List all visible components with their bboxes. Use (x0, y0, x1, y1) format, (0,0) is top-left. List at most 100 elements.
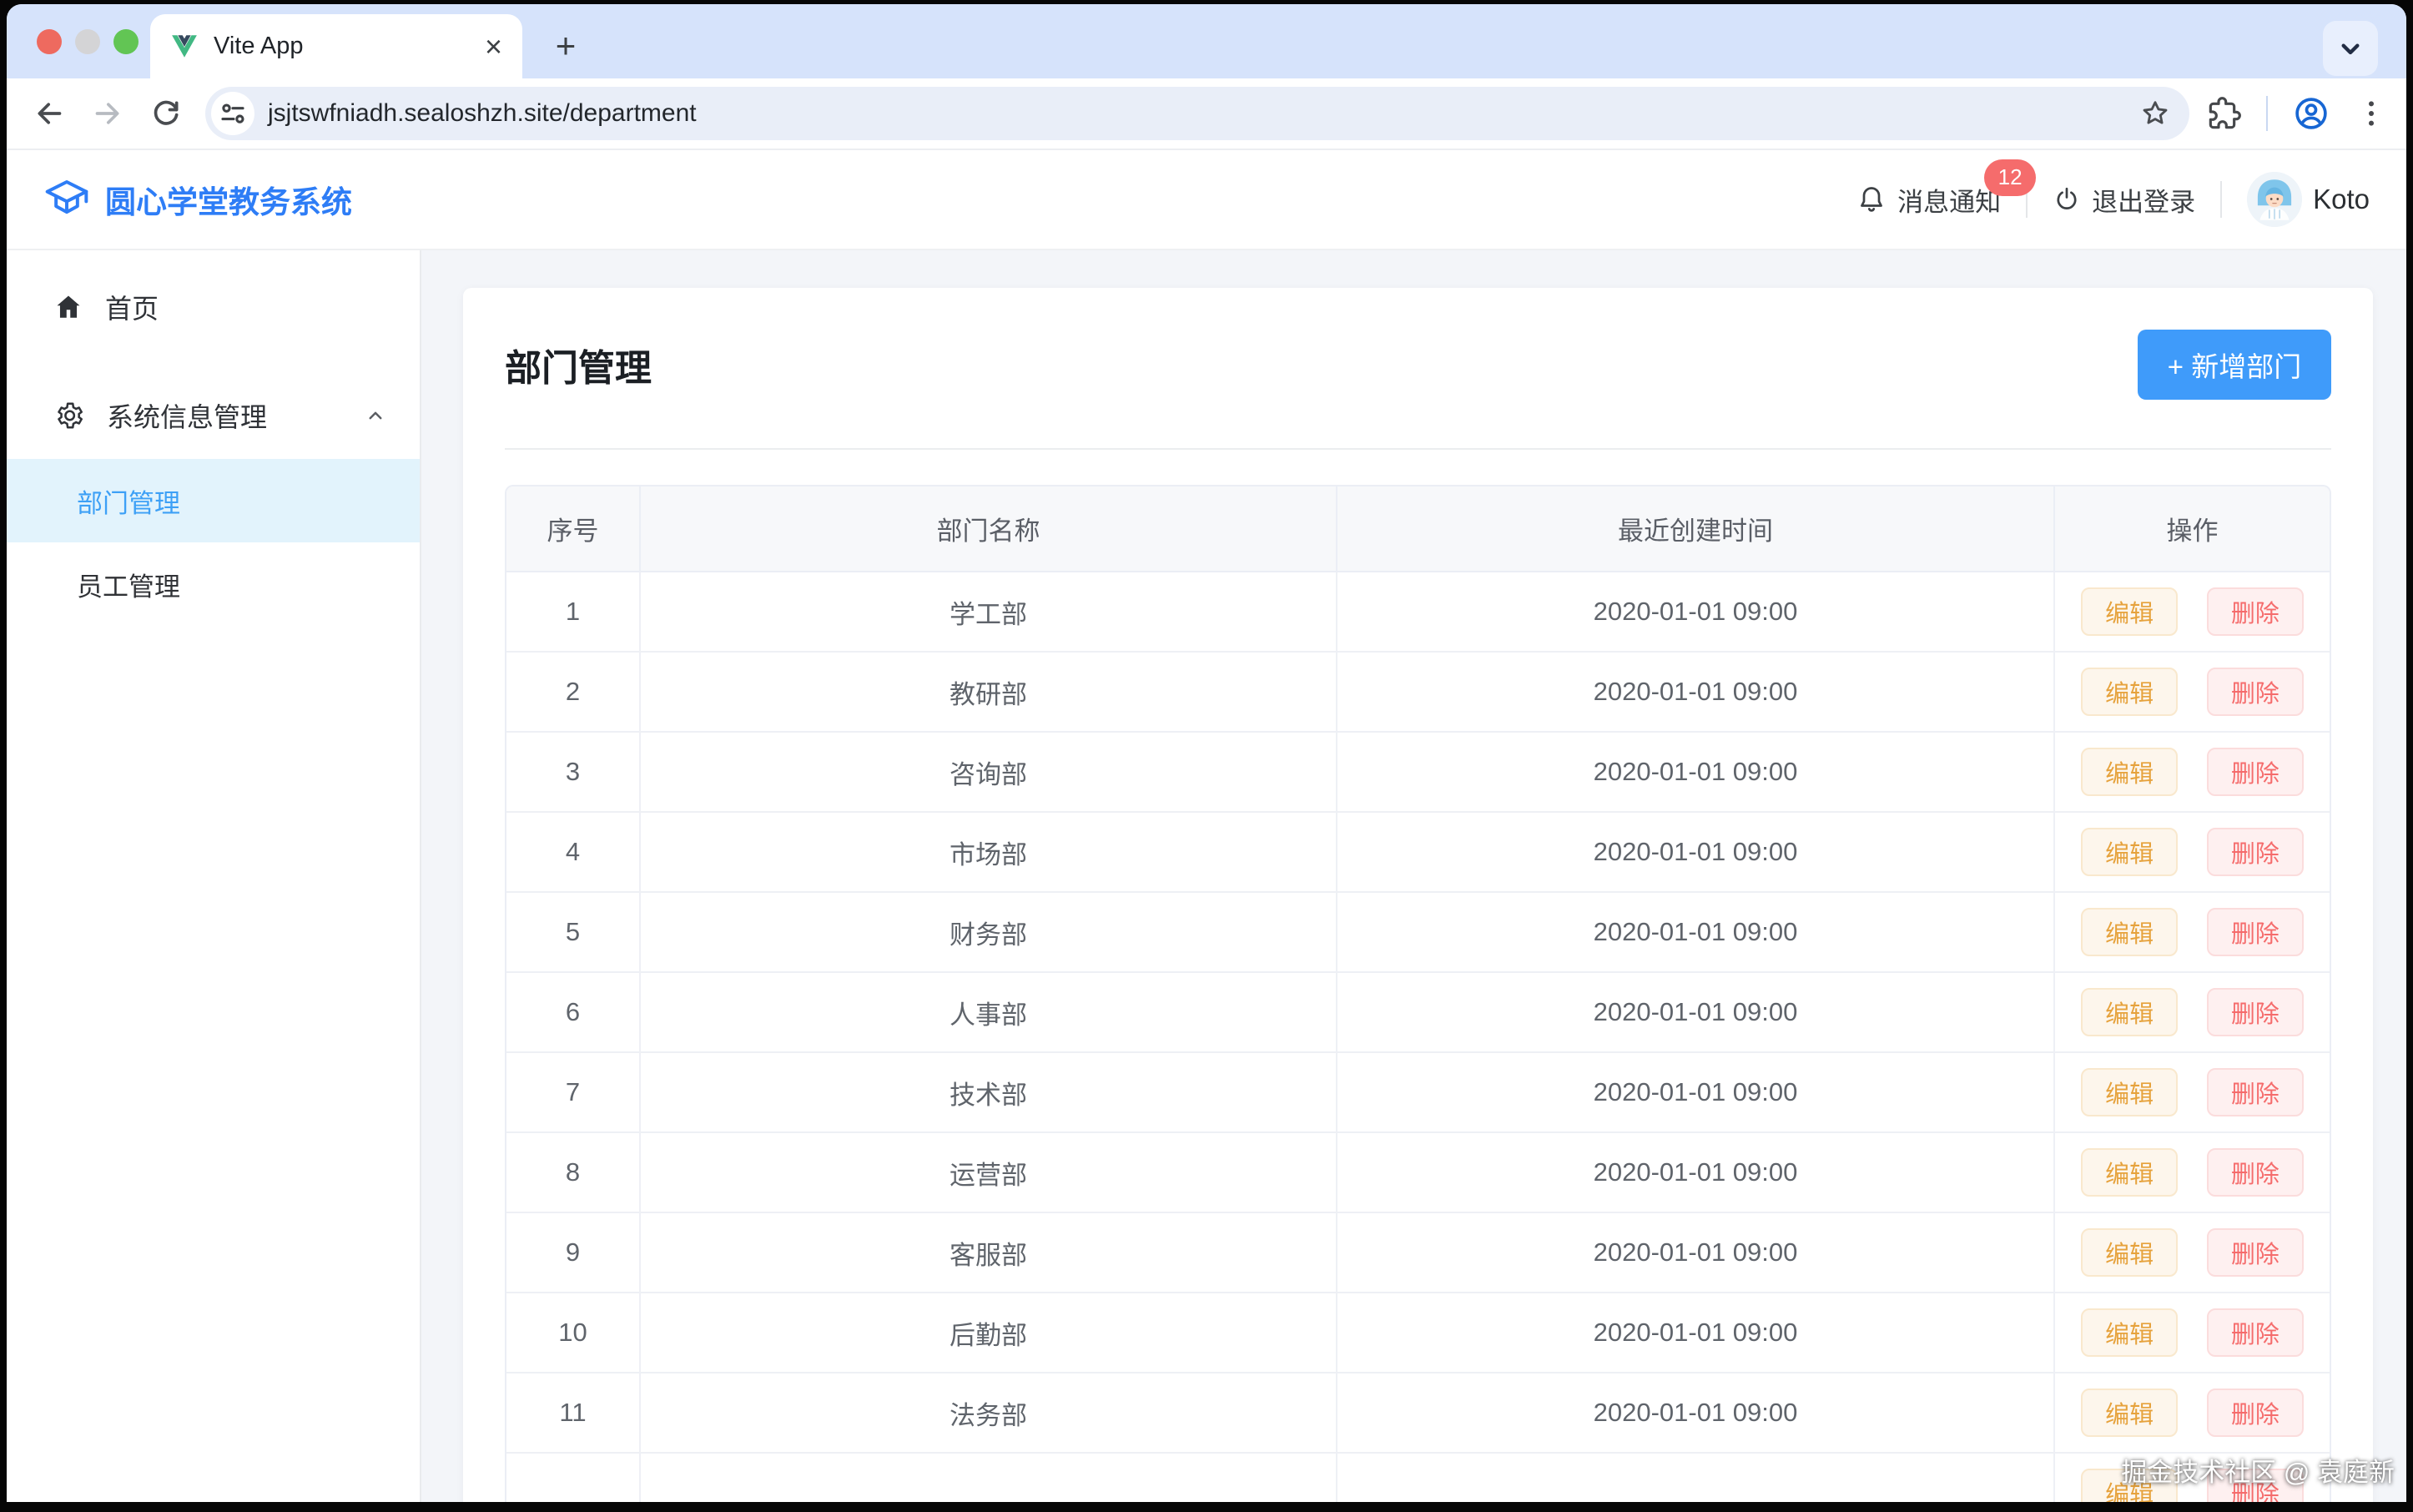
sidebar-item-label: 员工管理 (77, 566, 180, 603)
delete-button[interactable]: 删除 (2207, 908, 2304, 956)
notifications-label: 消息通知 (1897, 181, 2001, 219)
edit-button[interactable]: 编辑 (2081, 668, 2178, 716)
delete-button[interactable]: 删除 (2207, 988, 2304, 1036)
cell-name: 人事部 (640, 972, 1337, 1052)
edit-button[interactable]: 编辑 (2081, 988, 2178, 1036)
browser-tab[interactable]: Vite App × (150, 14, 522, 78)
add-department-button[interactable]: + 新增部门 (2138, 330, 2331, 400)
delete-button[interactable]: 删除 (2207, 748, 2304, 796)
close-window-button[interactable] (37, 29, 62, 54)
cell-time (1337, 1453, 2054, 1502)
cell-name: 咨询部 (640, 732, 1337, 812)
zoom-window-button[interactable] (113, 29, 139, 54)
edit-button[interactable]: 编辑 (2081, 1148, 2178, 1197)
edit-button[interactable]: 编辑 (2081, 587, 2178, 636)
cell-actions: 编辑 删除 (2054, 1052, 2330, 1132)
app-brand: 圆心学堂教务系统 (43, 176, 352, 223)
username-label: Koto (2313, 184, 2370, 215)
edit-button[interactable]: 编辑 (2081, 748, 2178, 796)
forward-button[interactable] (83, 89, 132, 138)
sidebar-item-staff[interactable]: 员工管理 (7, 542, 420, 626)
cell-no: 5 (506, 892, 640, 972)
cell-time: 2020-01-01 09:00 (1337, 1212, 2054, 1293)
card-header: 部门管理 + 新增部门 (505, 288, 2331, 400)
notifications-button[interactable]: 消息通知 12 (1856, 181, 2001, 219)
cell-time: 2020-01-01 09:00 (1337, 1052, 2054, 1132)
delete-button[interactable]: 删除 (2207, 587, 2304, 636)
cell-time: 2020-01-01 09:00 (1337, 572, 2054, 652)
cell-actions: 编辑 删除 (2054, 812, 2330, 892)
sidebar-group-label: 系统信息管理 (107, 396, 341, 435)
delete-button[interactable]: 删除 (2207, 1308, 2304, 1357)
edit-button[interactable]: 编辑 (2081, 1228, 2178, 1277)
reload-button[interactable] (142, 89, 190, 138)
table-row: 8 运营部 2020-01-01 09:00 编辑 删除 (506, 1132, 2330, 1212)
delete-button[interactable]: 删除 (2207, 1228, 2304, 1277)
tab-close-icon[interactable]: × (485, 32, 502, 62)
edit-button[interactable]: 编辑 (2081, 828, 2178, 876)
delete-button[interactable]: 删除 (2207, 1148, 2304, 1197)
sidebar-group-system[interactable]: 系统信息管理 (7, 372, 420, 459)
gear-icon (53, 400, 85, 431)
toolbar-right (2208, 95, 2388, 132)
sidebar-item-label: 首页 (105, 288, 159, 326)
profile-icon (2293, 95, 2330, 132)
cell-no: 11 (506, 1373, 640, 1453)
avatar-girl-icon (2247, 172, 2302, 227)
bookmark-star-button[interactable] (2139, 98, 2171, 129)
browser-menu-button[interactable] (2355, 97, 2388, 130)
back-button[interactable] (25, 89, 73, 138)
cell-time: 2020-01-01 09:00 (1337, 972, 2054, 1052)
sidebar-item-departments[interactable]: 部门管理 (7, 459, 420, 542)
address-bar[interactable]: jsjtswfniadh.sealoshzh.site/department (205, 87, 2189, 140)
table-header-row: 序号 部门名称 最近创建时间 操作 (506, 486, 2330, 572)
vue-favicon-icon (170, 33, 199, 61)
logout-button[interactable]: 退出登录 (2053, 181, 2195, 219)
department-table: 序号 部门名称 最近创建时间 操作 1 学工部 2020-01-01 09:00… (505, 485, 2331, 1502)
table-row: 7 技术部 2020-01-01 09:00 编辑 删除 (506, 1052, 2330, 1132)
logout-label: 退出登录 (2092, 181, 2195, 219)
traffic-lights (37, 29, 139, 54)
forward-arrow-icon (91, 97, 124, 130)
header-controls: 消息通知 12 退出登录 (1856, 172, 2370, 227)
delete-button[interactable]: 删除 (2207, 1389, 2304, 1437)
tab-strip: Vite App × + (7, 4, 2406, 78)
profile-button[interactable] (2293, 95, 2330, 132)
table-row: 1 学工部 2020-01-01 09:00 编辑 删除 (506, 572, 2330, 652)
cell-name: 技术部 (640, 1052, 1337, 1132)
cell-time: 2020-01-01 09:00 (1337, 652, 2054, 732)
page-title: 部门管理 (505, 338, 652, 391)
cell-time: 2020-01-01 09:00 (1337, 892, 2054, 972)
table-row: 6 人事部 2020-01-01 09:00 编辑 删除 (506, 972, 2330, 1052)
new-tab-button[interactable]: + (547, 26, 584, 63)
cell-name: 学工部 (640, 572, 1337, 652)
url-text[interactable]: jsjtswfniadh.sealoshzh.site/department (268, 99, 2139, 128)
user-menu[interactable]: Koto (2247, 172, 2370, 227)
tune-icon (218, 98, 248, 129)
table-row: 2 教研部 2020-01-01 09:00 编辑 删除 (506, 652, 2330, 732)
app-body: 首页 系统信息管理 部门管理 员工管理 (7, 250, 2406, 1502)
graduation-cap-logo-icon (43, 176, 90, 223)
bell-icon (1856, 184, 1887, 214)
minimize-window-button[interactable] (75, 29, 100, 54)
extensions-button[interactable] (2208, 97, 2241, 130)
cell-actions: 编辑 删除 (2054, 972, 2330, 1052)
delete-button[interactable]: 删除 (2207, 828, 2304, 876)
tab-search-button[interactable] (2323, 21, 2378, 76)
cell-actions: 编辑 删除 (2054, 732, 2330, 812)
site-info-button[interactable] (211, 92, 254, 135)
edit-button[interactable]: 编辑 (2081, 1068, 2178, 1116)
delete-button[interactable]: 删除 (2207, 668, 2304, 716)
header-rule (505, 448, 2331, 450)
cell-name: 市场部 (640, 812, 1337, 892)
cell-no (506, 1453, 640, 1502)
edit-button[interactable]: 编辑 (2081, 1308, 2178, 1357)
delete-button[interactable]: 删除 (2207, 1068, 2304, 1116)
column-header-name: 部门名称 (640, 486, 1337, 572)
cell-time: 2020-01-01 09:00 (1337, 1373, 2054, 1453)
edit-button[interactable]: 编辑 (2081, 1389, 2178, 1437)
sidebar-item-home[interactable]: 首页 (7, 264, 420, 350)
edit-button[interactable]: 编辑 (2081, 908, 2178, 956)
table-row: 10 后勤部 2020-01-01 09:00 编辑 删除 (506, 1293, 2330, 1373)
cell-name: 教研部 (640, 652, 1337, 732)
